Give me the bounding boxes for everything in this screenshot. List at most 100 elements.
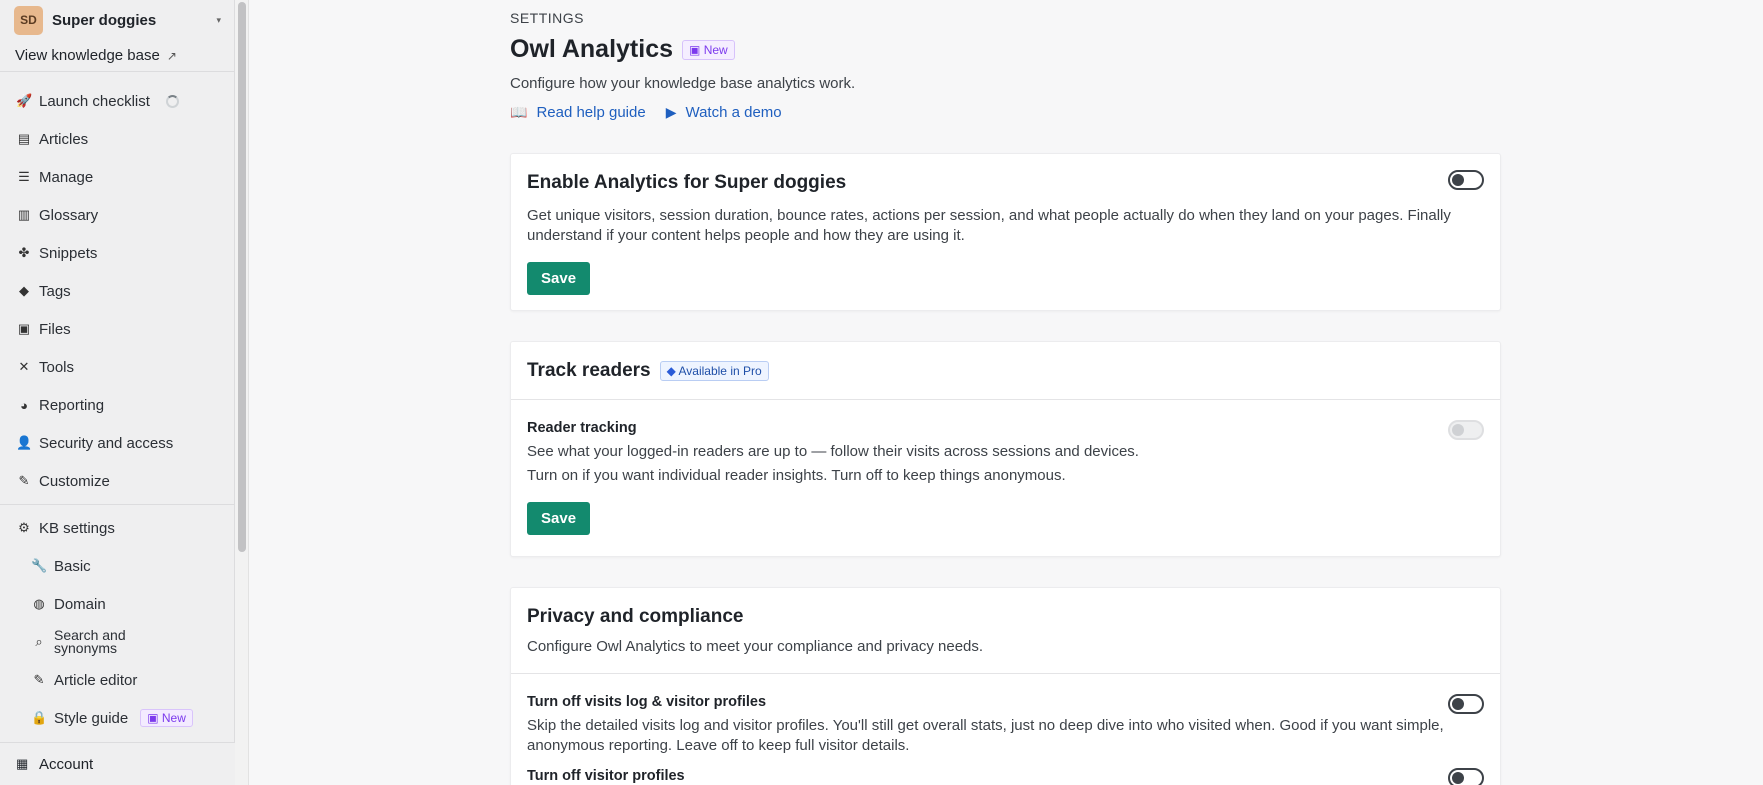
sidebar-item-label: Tools <box>39 358 75 376</box>
watch-demo-label: Watch a demo <box>685 104 782 121</box>
lock-icon: 🔒 <box>31 710 48 725</box>
sidebar-item-security[interactable]: 👤 Security and access <box>0 424 235 462</box>
brush-icon: ✎ <box>18 473 30 488</box>
rocket-icon: 🚀 <box>16 93 33 108</box>
sidebar-item-tags[interactable]: ◆ Tags <box>0 272 235 310</box>
tools-icon: ✕ <box>18 359 30 374</box>
view-knowledge-base-link[interactable]: View knowledge base ↗ <box>0 40 235 72</box>
visits-log-description: Skip the detailed visits log and visitor… <box>527 717 1444 754</box>
sidebar-item-kb-settings[interactable]: ⚙ KB settings <box>0 509 235 547</box>
available-in-pro-label: Available in Pro <box>678 363 762 378</box>
main-content: SETTINGS Owl Analytics ▣ New Configure h… <box>250 0 1763 785</box>
sidebar-item-label: Launch checklist <box>39 92 150 110</box>
page-subtitle: Configure how your knowledge base analyt… <box>510 75 856 92</box>
sidebar-item-label: Manage <box>39 168 94 186</box>
puzzle-icon: ✤ <box>18 245 30 260</box>
workspace-avatar: SD <box>14 5 43 35</box>
globe-icon: ◍ <box>33 596 45 611</box>
wrench-icon: 🔧 <box>31 558 48 573</box>
enable-analytics-description: Get unique visitors, session duration, b… <box>527 207 1451 244</box>
visits-log-toggle[interactable] <box>1448 694 1484 714</box>
visitor-profiles-toggle[interactable] <box>1448 768 1484 785</box>
users-lock-icon: 👤 <box>16 435 33 450</box>
sidebar-item-label: Customize <box>39 472 110 490</box>
sidebar-item-account[interactable]: ▦ Account <box>0 742 235 785</box>
sidebar-item-launch-checklist[interactable]: 🚀 Launch checklist <box>0 82 235 120</box>
tag-icon: ◆ <box>19 283 29 298</box>
page-eyebrow: SETTINGS <box>510 10 585 26</box>
reader-tracking-row: Reader tracking See what your logged-in … <box>511 400 1500 535</box>
page-title: Owl Analytics <box>510 35 674 63</box>
title-new-badge: ▣ New <box>682 39 735 60</box>
privacy-title: Privacy and compliance <box>527 606 744 627</box>
reader-tracking-title: Reader tracking <box>527 420 637 436</box>
sidebar-subitem-domain[interactable]: ◍ Domain <box>0 585 235 623</box>
title-new-badge-label: New <box>703 42 728 57</box>
track-readers-header: Track readers ◆ Available in Pro <box>511 342 1500 400</box>
external-link-icon: ↗ <box>166 48 177 63</box>
workspace-switcher[interactable]: SD Super doggies ▾ <box>0 0 235 40</box>
read-help-guide-label: Read help guide <box>536 104 646 121</box>
book-open-icon: 📖 <box>510 104 528 120</box>
sidebar-nav: 🚀 Launch checklist ▤ Articles ☰ Manage ▥… <box>0 72 235 737</box>
sidebar-item-tools[interactable]: ✕ Tools <box>0 348 235 386</box>
sidebar-scrollbar[interactable] <box>235 0 249 785</box>
reader-tracking-save-button[interactable]: Save <box>527 502 591 535</box>
sidebar-item-files[interactable]: ▣ Files <box>0 310 235 348</box>
page-title-row: Owl Analytics ▣ New <box>510 35 1501 64</box>
visits-log-title: Turn off visits log & visitor profiles <box>527 694 767 710</box>
watch-demo-link[interactable]: ▶ Watch a demo <box>666 104 782 121</box>
reader-tracking-line1: See what your logged-in readers are up t… <box>527 443 1139 460</box>
chart-pie-icon: ◕ <box>20 397 28 413</box>
sidebar-item-label: Style guide <box>54 709 129 727</box>
sidebar-subitem-article-editor[interactable]: ✎ Article editor <box>0 661 235 699</box>
account-icon: ▦ <box>16 756 29 771</box>
available-in-pro-badge: ◆ Available in Pro <box>659 360 769 381</box>
play-circle-icon: ▶ <box>665 104 677 120</box>
sidebar-item-label: Search and synonyms <box>54 627 126 656</box>
sidebar-item-glossary[interactable]: ▥ Glossary <box>0 196 235 234</box>
document-icon: ▤ <box>17 131 31 146</box>
visitor-profiles-title: Turn off visitor profiles <box>527 768 685 784</box>
enable-analytics-actions: Save <box>527 262 1484 295</box>
enable-analytics-toggle[interactable] <box>1448 170 1484 190</box>
view-kb-label: View knowledge base <box>15 47 160 64</box>
loading-spinner-icon <box>165 94 179 108</box>
enable-analytics-title: Enable Analytics for Super doggies <box>527 172 847 193</box>
sidebar-item-label: Tags <box>39 282 71 300</box>
read-help-guide-link[interactable]: 📖 Read help guide <box>510 104 646 121</box>
sidebar-item-label: Glossary <box>39 206 99 224</box>
sidebar-item-manage[interactable]: ☰ Manage <box>0 158 235 196</box>
sidebar-item-label: Account <box>39 755 94 773</box>
sidebar-subitem-style-guide[interactable]: 🔒 Style guide ▣ New <box>0 699 235 737</box>
sidebar-item-articles[interactable]: ▤ Articles <box>0 120 235 158</box>
search-icon: ⌕ <box>35 634 43 649</box>
sidebar-item-label: Snippets <box>39 244 98 262</box>
sidebar-item-label: Reporting <box>39 396 105 414</box>
visits-log-row: Turn off visits log & visitor profiles S… <box>511 674 1500 785</box>
sidebar-item-label: Domain <box>54 595 106 613</box>
sidebar-item-customize[interactable]: ✎ Customize <box>0 462 235 500</box>
nav-divider <box>0 504 235 505</box>
sidebar-scroll-area: SD Super doggies ▾ View knowledge base ↗… <box>0 0 235 742</box>
sidebar-item-label: Articles <box>39 130 89 148</box>
sidebar: SD Super doggies ▾ View knowledge base ↗… <box>0 0 235 785</box>
page-links: 📖 Read help guide ▶ Watch a demo <box>510 104 1501 121</box>
sidebar-item-label: Article editor <box>54 671 138 689</box>
sidebar-subitem-search-synonyms[interactable]: ⌕ Search and synonyms <box>0 623 235 661</box>
sidebar-subitem-basic[interactable]: 🔧 Basic <box>0 547 235 585</box>
sidebar-item-label: Security and access <box>39 434 174 452</box>
sidebar-item-reporting[interactable]: ◕ Reporting <box>0 386 235 424</box>
reader-tracking-actions: Save <box>527 502 1484 535</box>
sidebar-item-snippets[interactable]: ✤ Snippets <box>0 234 235 272</box>
enable-analytics-save-button[interactable]: Save <box>527 262 591 295</box>
new-badge: ▣ New <box>140 709 193 727</box>
image-icon: ▣ <box>17 321 31 336</box>
privacy-header: Privacy and compliance Configure Owl Ana… <box>511 588 1500 674</box>
pen-icon: ✎ <box>33 672 45 687</box>
sidebar-scrollbar-thumb[interactable] <box>238 2 246 552</box>
new-badge-label: New <box>161 711 186 725</box>
reader-tracking-toggle[interactable] <box>1448 420 1484 440</box>
sidebar-item-label: Files <box>39 320 71 338</box>
settings-page: SETTINGS Owl Analytics ▣ New Configure h… <box>510 0 1501 785</box>
